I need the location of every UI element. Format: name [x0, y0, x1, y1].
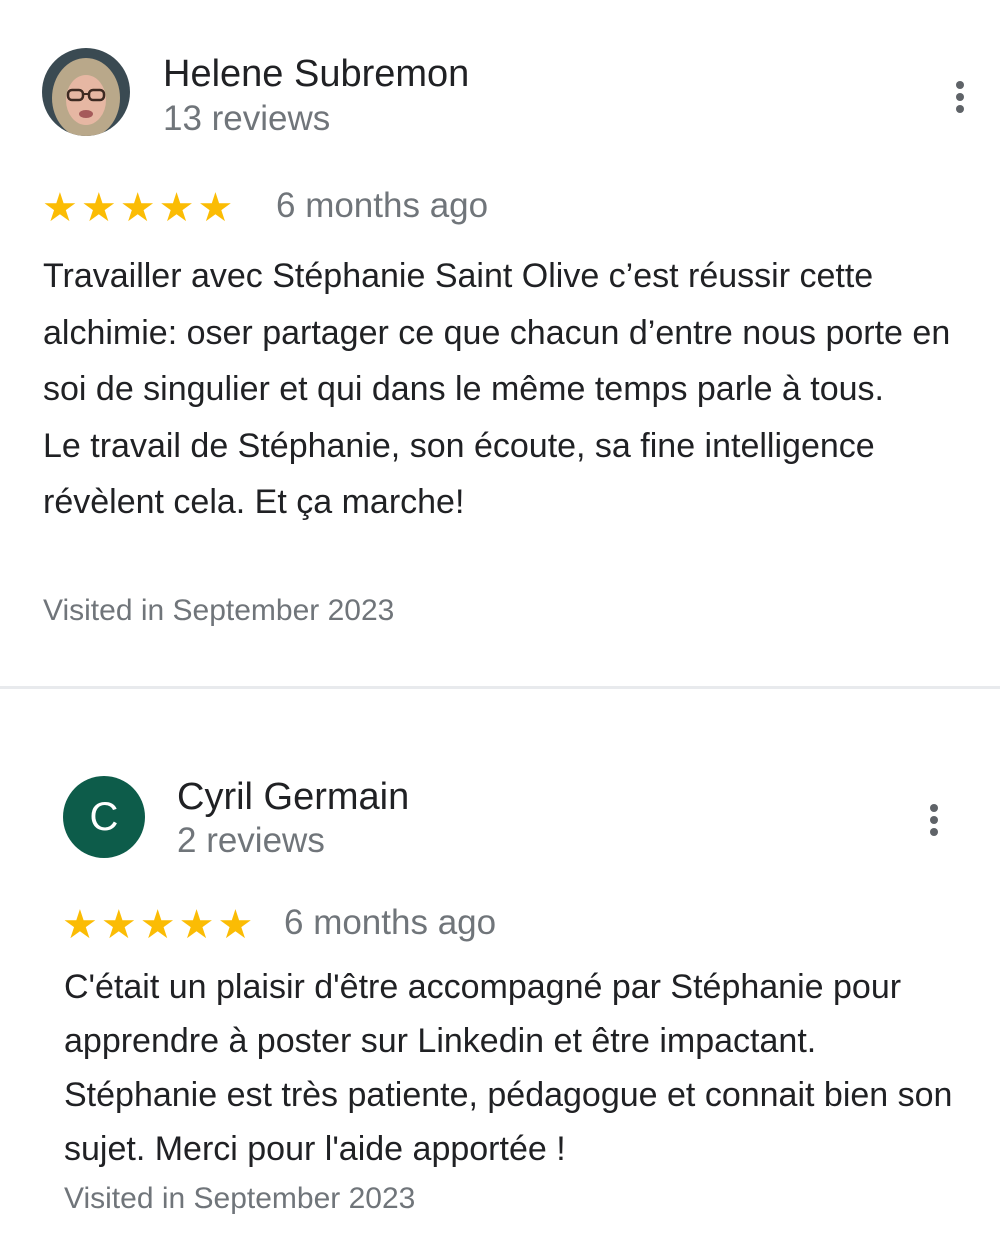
reviewer-review-count: 13 reviews — [163, 99, 331, 138]
review-text: Travailler avec Stéphanie Saint Olive c’… — [43, 257, 951, 521]
star-icon: ★ — [178, 903, 215, 947]
star-icon: ★ — [197, 186, 234, 230]
star-rating: ★ ★ ★ ★ ★ — [42, 188, 233, 228]
avatar[interactable] — [42, 48, 130, 136]
reviewer-review-count: 2 reviews — [177, 821, 325, 860]
star-icon: ★ — [80, 186, 117, 230]
star-icon: ★ — [158, 186, 195, 230]
star-icon: ★ — [217, 903, 254, 947]
profile-photo-icon — [42, 48, 130, 136]
more-options-button[interactable] — [914, 790, 954, 850]
review-card: C Cyril Germain 2 reviews ★ ★ ★ ★ ★ 6 mo… — [0, 690, 1000, 1250]
visit-date: Visited in September 2023 — [64, 1182, 416, 1215]
review-text: C'était un plaisir d'être accompagné par… — [64, 968, 953, 1168]
more-options-button[interactable] — [940, 67, 980, 127]
more-vertical-icon — [930, 804, 938, 812]
star-icon: ★ — [119, 186, 156, 230]
review-date: 6 months ago — [284, 903, 497, 942]
review-card: Helene Subremon 13 reviews ★ ★ ★ ★ ★ 6 m… — [0, 0, 1000, 688]
star-icon: ★ — [139, 903, 176, 947]
star-icon: ★ — [42, 186, 78, 230]
avatar[interactable]: C — [63, 776, 145, 858]
reviewer-name[interactable]: Helene Subremon — [163, 53, 469, 96]
star-icon: ★ — [100, 903, 137, 947]
review-date: 6 months ago — [276, 186, 489, 225]
more-vertical-icon — [956, 81, 964, 89]
star-rating: ★ ★ ★ ★ ★ — [62, 905, 253, 945]
visit-date: Visited in September 2023 — [43, 594, 395, 627]
reviewer-name[interactable]: Cyril Germain — [177, 776, 409, 819]
divider — [0, 686, 1000, 689]
star-icon: ★ — [62, 903, 98, 947]
